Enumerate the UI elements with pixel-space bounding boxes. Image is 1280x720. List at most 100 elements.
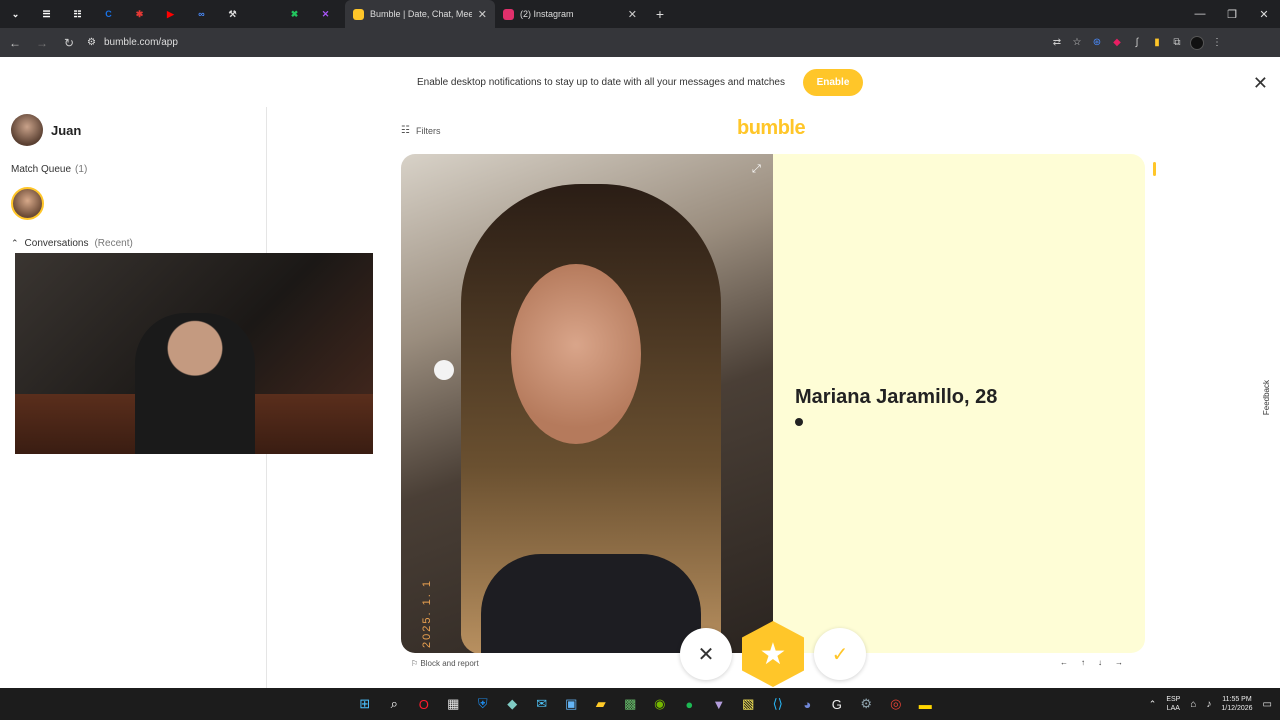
app-icon[interactable]: ◆ <box>498 688 528 720</box>
extension-icon[interactable]: ⊛ <box>1087 33 1107 53</box>
extension-icon[interactable]: ◆ <box>1107 33 1127 53</box>
verified-badge-icon <box>795 418 803 426</box>
pinned-tab[interactable]: ✖ <box>279 0 310 28</box>
edit-icon[interactable]: ▧ <box>734 688 764 720</box>
extension-icon[interactable]: ∫ <box>1127 33 1147 53</box>
tab-menu-icon: ⌄ <box>11 8 20 19</box>
window-controls: — ❐ ✕ <box>1184 0 1280 28</box>
language-indicator[interactable]: ESP LAA <box>1166 695 1180 713</box>
profile-scroll-indicator[interactable] <box>1153 162 1156 176</box>
folder-icon[interactable]: ▰ <box>586 688 616 720</box>
extension-icon[interactable]: ▮ <box>1147 33 1167 53</box>
back-button[interactable]: ← <box>3 31 27 55</box>
tab-bumble[interactable]: Bumble | Date, Chat, Meet New ✕ <box>345 0 495 28</box>
tray-chevron-icon[interactable]: ⌃ <box>1149 699 1157 710</box>
notes-icon: ☰ <box>42 8 51 19</box>
tab-instagram[interactable]: (2) Instagram ✕ <box>495 0 645 28</box>
translate-icon[interactable]: ⇄ <box>1047 33 1067 53</box>
photo-date-stamp: 2025. 1. 1 <box>421 579 433 648</box>
pinned-tab[interactable]: ☰ <box>31 0 62 28</box>
notification-banner: Enable desktop notifications to stay up … <box>0 57 1280 107</box>
photo-nav-dot-icon[interactable] <box>434 360 454 380</box>
arrow-up-icon: ↑ <box>1081 658 1085 667</box>
tool-icon: ⚒ <box>228 8 237 19</box>
sticky-notes-icon[interactable]: ▬ <box>911 688 941 720</box>
match-queue-count: (1) <box>75 164 88 175</box>
tab-close-icon[interactable]: ✕ <box>478 8 487 21</box>
g-hub-icon[interactable]: G <box>822 688 852 720</box>
minimize-button[interactable]: — <box>1184 0 1216 28</box>
pinned-tab[interactable]: ✕ <box>310 0 341 28</box>
match-queue-avatar[interactable] <box>11 187 44 220</box>
notifications-icon[interactable]: ▭ <box>1263 699 1272 710</box>
filters-label: Filters <box>415 125 441 136</box>
tab-title: Bumble | Date, Chat, Meet New <box>370 9 472 19</box>
vscode-icon[interactable]: ⟨⟩ <box>763 688 793 720</box>
clock-date: 1/12/2026 <box>1221 705 1253 712</box>
browser-tab-bar: ⌄ ☰ ☷ C ✱ ▶ ∞ ⚒ ♪ ✖ ✕ Bumble | Date, Chat, Meet Ne… <box>0 0 1280 28</box>
notification-close-icon[interactable]: ✕ <box>1253 73 1268 94</box>
filters-icon: ☷ <box>401 125 410 136</box>
new-tab-button[interactable]: + <box>648 2 672 26</box>
search-icon[interactable]: ⌕ <box>380 688 410 720</box>
tab-close-icon[interactable]: ✕ <box>628 8 637 21</box>
enable-notifications-button[interactable]: Enable <box>803 68 863 96</box>
pinned-tab[interactable]: ⌄ <box>0 0 31 28</box>
profile-name: Mariana Jaramillo, 28 <box>795 386 998 408</box>
url-field[interactable]: ⚙ bumble.com/app <box>87 32 1047 54</box>
extensions-puzzle-icon[interactable]: ⧉ <box>1167 33 1187 53</box>
site-info-icon[interactable]: ⚙ <box>87 37 96 48</box>
conversations-sub: (Recent) <box>94 238 133 249</box>
profile-avatar-icon[interactable] <box>1187 33 1207 53</box>
c-app-icon: C <box>105 9 112 19</box>
network-icon[interactable]: ⌂ <box>1190 699 1196 710</box>
pass-button[interactable]: ✕ <box>680 628 732 680</box>
bookmark-star-icon[interactable]: ☆ <box>1067 33 1087 53</box>
vpn-icon[interactable]: ▼ <box>704 688 734 720</box>
taskbar-apps: ⊞ ⌕ O ▦ ⛨ ◆ ✉ ▣ ▰ ▩ ◉ ● ▼ ▧ ⟨⟩ ◕ G ⚙ ◎ ▬ <box>350 688 940 720</box>
profile-info-panel: Mariana Jaramillo, 28 <box>773 154 1145 653</box>
like-button[interactable]: ✓ <box>814 628 866 680</box>
chip-icon[interactable]: ▩ <box>616 688 646 720</box>
match-queue-label: Match Queue <box>11 164 72 175</box>
arrow-right-icon: → <box>1115 658 1123 667</box>
close-window-button[interactable]: ✕ <box>1248 0 1280 28</box>
pinned-tab[interactable]: ✱ <box>124 0 155 28</box>
clock[interactable]: 11:55 PM 1/12/2026 <box>1221 695 1252 713</box>
user-avatar[interactable] <box>11 114 43 146</box>
reload-button[interactable]: ↻ <box>57 31 81 55</box>
maximize-button[interactable]: ❐ <box>1216 0 1248 28</box>
nvidia-icon[interactable]: ◉ <box>645 688 675 720</box>
chevron-up-icon[interactable]: ⌃ <box>11 238 19 249</box>
arrow-down-icon: ↓ <box>1098 658 1102 667</box>
pinned-tab[interactable]: ▶ <box>155 0 186 28</box>
mail-icon[interactable]: ✉ <box>527 688 557 720</box>
chrome-icon[interactable]: ◎ <box>881 688 911 720</box>
pinned-tab[interactable]: C <box>93 0 124 28</box>
windows-icon[interactable]: ⊞ <box>350 688 380 720</box>
conversations-header[interactable]: ⌃ Conversations (Recent) <box>11 238 133 249</box>
username[interactable]: Juan <box>51 123 81 138</box>
url-text: bumble.com/app <box>103 37 178 48</box>
bumble-logo: bumble <box>737 117 806 139</box>
block-report-link[interactable]: ⚐ Block and report <box>411 659 479 668</box>
browser-menu-icon[interactable]: ⋮ <box>1207 33 1227 53</box>
discord-icon[interactable]: ◕ <box>793 688 823 720</box>
spotify-icon[interactable]: ● <box>675 688 705 720</box>
steam-icon[interactable]: ⚙ <box>852 688 882 720</box>
expand-photo-icon[interactable]: ⤢ <box>752 163 761 176</box>
pinned-tab[interactable]: ☷ <box>62 0 93 28</box>
volume-icon[interactable]: ♪ <box>1206 699 1211 710</box>
pinned-tab[interactable]: ∞ <box>186 0 217 28</box>
pinned-tab[interactable]: ⚒ <box>217 0 248 28</box>
pinned-tab[interactable]: ♪ <box>248 0 279 28</box>
forward-button[interactable]: → <box>30 31 54 55</box>
store-icon[interactable]: ▣ <box>557 688 587 720</box>
feedback-tab[interactable]: Feedback <box>1262 380 1271 415</box>
filters-button[interactable]: ☷ Filters <box>401 125 440 136</box>
photo-subject-clothing <box>481 554 701 653</box>
webcam-overlay <box>15 253 373 454</box>
opera-icon[interactable]: O <box>409 688 439 720</box>
defender-icon[interactable]: ⛨ <box>468 688 498 720</box>
photos-icon[interactable]: ▦ <box>439 688 469 720</box>
